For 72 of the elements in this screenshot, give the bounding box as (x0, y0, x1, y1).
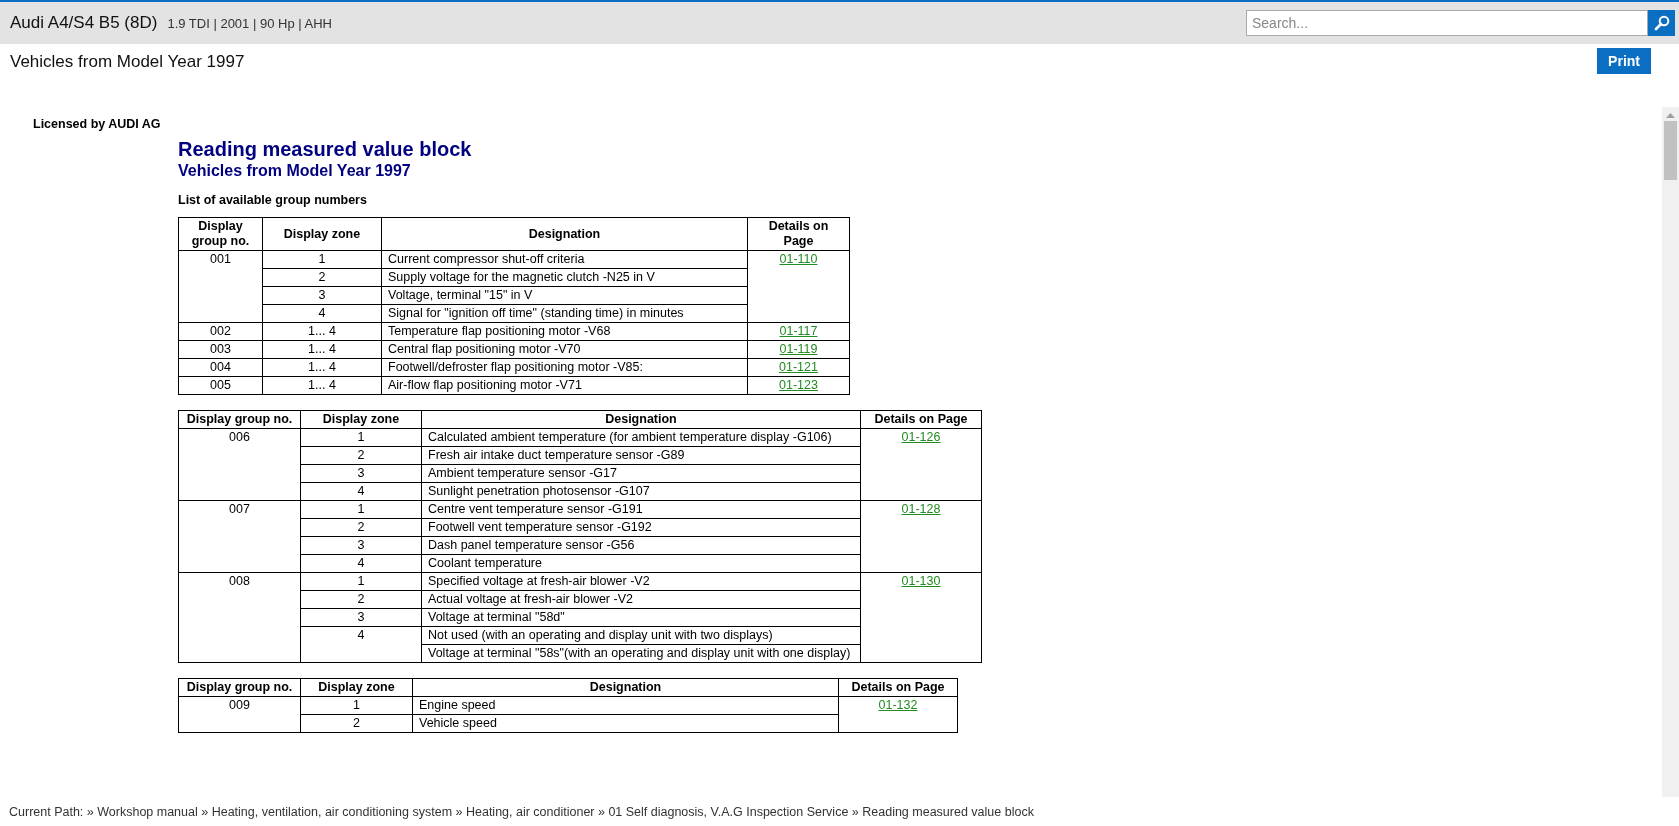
zone-cell: 4 (300, 482, 422, 501)
zone-cell: 1... 4 (262, 340, 382, 359)
designation-cell: Footwell/defroster flap positioning motor -V85: (381, 358, 748, 377)
column-header: Display zone (262, 217, 382, 251)
scroll-up-icon[interactable] (1666, 113, 1675, 118)
vehicle-title: Audi A4/S4 B5 (8D) (10, 13, 158, 33)
zone-cell: 3 (300, 536, 422, 555)
zone-cell: 1... 4 (262, 358, 382, 377)
zone-cell: 1 (300, 500, 422, 519)
search-field[interactable]: Search... (1246, 10, 1648, 36)
column-header: Display zone (300, 678, 413, 697)
group-number-cell: 008 (178, 572, 301, 663)
zone-cell: 4 (300, 626, 422, 663)
zone-cell: 3 (262, 286, 382, 305)
designation-cell: Current compressor shut-off criteria (381, 250, 748, 269)
search-icon (1653, 15, 1670, 31)
group-number-cell: 003 (178, 340, 263, 359)
scroll-thumb[interactable] (1664, 121, 1677, 180)
group-number-cell: 007 (178, 500, 301, 573)
column-header: Details on Page (838, 678, 958, 697)
column-header: Designation (421, 410, 861, 429)
column-header: Display group no. (178, 678, 301, 697)
group-number-cell: 006 (178, 428, 301, 501)
column-header: Display group no. (178, 217, 263, 251)
group-number-cell: 009 (178, 696, 301, 733)
designation-cell: Central flap positioning motor -V70 (381, 340, 748, 359)
designation-cell: Centre vent temperature sensor -G191 (421, 500, 861, 519)
zone-cell: 2 (300, 446, 422, 465)
zone-cell: 1 (300, 428, 422, 447)
designation-cell: Temperature flap positioning motor -V68 (381, 322, 748, 341)
column-header: Display group no. (178, 410, 301, 429)
zone-cell: 1... 4 (262, 322, 382, 341)
zone-cell: 1 (262, 250, 382, 269)
designation-cell: Calculated ambient temperature (for ambient temperature display -G106) (421, 428, 861, 447)
page-link[interactable]: 01-132 (878, 698, 918, 712)
column-header: Designation (381, 217, 748, 251)
zone-cell: 2 (300, 590, 422, 609)
group-number-cell: 004 (178, 358, 263, 377)
column-header: Details on Page (860, 410, 982, 429)
zone-cell: 4 (262, 304, 382, 323)
search-button[interactable] (1648, 10, 1675, 36)
page-title: Vehicles from Model Year 1997 (10, 52, 246, 72)
document-heading: Reading measured value block (178, 137, 473, 161)
designation-cell: Specified voltage at fresh-air blower -V2 (421, 572, 861, 591)
designation-cell: Air-flow flap positioning motor -V71 (381, 376, 748, 395)
column-header: Details on Page (747, 217, 850, 251)
zone-cell: 1 (300, 696, 413, 715)
page-link[interactable]: 01-126 (901, 430, 941, 444)
page-link[interactable]: 01-130 (901, 574, 941, 588)
zone-cell: 3 (300, 608, 422, 627)
zone-cell: 1 (300, 572, 422, 591)
breadcrumb-path: Current Path: » Workshop manual » Heating, ventilation, air conditioning system » Heating, air conditioner » 01 Self diagnosis, V.A.G Inspection Service » Reading measured value block (9, 804, 1034, 819)
license-note: Licensed by AUDI AG (33, 117, 162, 131)
zone-cell: 2 (300, 714, 413, 733)
vehicle-details: 1.9 TDI | 2001 | 90 Hp | AHH (167, 15, 332, 31)
column-header: Display zone (300, 410, 422, 429)
page-link[interactable]: 01-128 (901, 502, 941, 516)
scrollbar[interactable] (1662, 107, 1679, 797)
page-link[interactable]: 01-110 (779, 252, 818, 266)
column-header: Designation (412, 678, 839, 697)
group-number-cell: 005 (178, 376, 263, 395)
print-button[interactable]: Print (1597, 48, 1651, 74)
document-subheading: Vehicles from Model Year 1997 (178, 161, 412, 180)
zone-cell: 3 (300, 464, 422, 483)
zone-cell: 2 (300, 518, 422, 537)
list-caption: List of available group numbers (178, 193, 368, 207)
group-number-cell: 001 (178, 250, 263, 323)
group-number-cell: 002 (178, 322, 263, 341)
zone-cell: 2 (262, 268, 382, 287)
zone-cell: 1... 4 (262, 376, 382, 395)
designation-cell: Engine speed (412, 696, 839, 715)
zone-cell: 4 (300, 554, 422, 573)
